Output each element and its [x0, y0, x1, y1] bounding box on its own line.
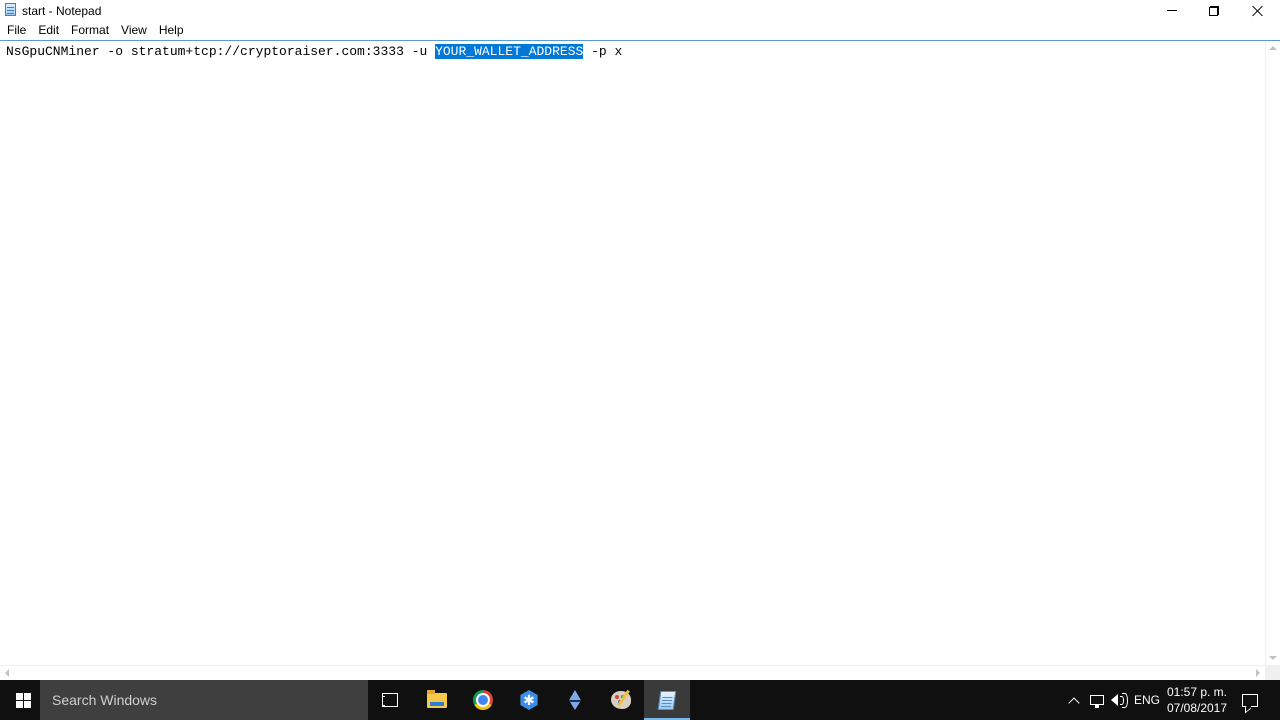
- scroll-up-arrow-icon[interactable]: [1269, 46, 1277, 50]
- editor-area[interactable]: NsGpuCNMiner -o stratum+tcp://cryptorais…: [0, 40, 1280, 680]
- restore-button[interactable]: [1192, 0, 1236, 21]
- text-before-selection: NsGpuCNMiner -o stratum+tcp://cryptorais…: [6, 44, 436, 59]
- notepad-taskbar-button[interactable]: [644, 680, 690, 720]
- hexagon-app-button[interactable]: [506, 680, 552, 720]
- chevron-up-icon: [1068, 696, 1080, 709]
- minimize-button[interactable]: [1150, 0, 1194, 21]
- hexagon-app-icon: [520, 690, 538, 710]
- volume-button[interactable]: [1109, 680, 1131, 720]
- text-after-selection: -p x: [583, 44, 623, 59]
- selected-text: YOUR_WALLET_ADDRESS: [435, 44, 584, 59]
- menu-help[interactable]: Help: [153, 21, 190, 40]
- search-box[interactable]: Search Windows: [40, 680, 368, 720]
- action-center-button[interactable]: [1236, 680, 1264, 720]
- file-explorer-icon: [427, 689, 447, 708]
- scroll-left-arrow-icon[interactable]: [5, 669, 9, 677]
- volume-icon: [1111, 692, 1129, 708]
- menu-format[interactable]: Format: [65, 21, 115, 40]
- ethereum-button[interactable]: [552, 680, 598, 720]
- paint-button[interactable]: [598, 680, 644, 720]
- ethereum-icon: [569, 690, 581, 710]
- language-label: ENG: [1133, 693, 1160, 707]
- search-placeholder: Search Windows: [52, 692, 158, 708]
- scroll-right-arrow-icon[interactable]: [1256, 669, 1260, 677]
- chrome-icon: [473, 690, 493, 710]
- task-view-button[interactable]: [367, 680, 413, 720]
- notepad-app-icon[interactable]: [5, 3, 16, 16]
- network-icon: [1090, 695, 1104, 708]
- restore-icon: [1209, 5, 1219, 16]
- clock-date: 07/08/2017: [1166, 701, 1228, 715]
- chrome-button[interactable]: [460, 680, 506, 720]
- title-bar[interactable]: start - Notepad: [0, 0, 1280, 21]
- clock[interactable]: 01:57 p. m. 07/08/2017: [1164, 680, 1230, 720]
- network-button[interactable]: [1087, 680, 1107, 720]
- notepad-icon: [657, 690, 677, 710]
- notification-icon: [1242, 693, 1258, 707]
- file-explorer-button[interactable]: [414, 680, 460, 720]
- window-title: start - Notepad: [22, 4, 102, 18]
- language-indicator[interactable]: ENG: [1133, 680, 1161, 720]
- taskbar: Search Windows ENG 01:57 p. m.: [0, 680, 1280, 720]
- paint-icon: [611, 691, 631, 709]
- menu-view[interactable]: View: [115, 21, 153, 40]
- scroll-corner: [1265, 665, 1280, 680]
- vertical-scrollbar[interactable]: [1265, 41, 1280, 665]
- horizontal-scrollbar[interactable]: [0, 665, 1265, 680]
- menu-edit[interactable]: Edit: [32, 21, 65, 40]
- show-hidden-icons-button[interactable]: [1064, 680, 1084, 720]
- clock-time: 01:57 p. m.: [1166, 685, 1228, 699]
- menu-file[interactable]: File: [0, 21, 32, 40]
- scroll-down-arrow-icon[interactable]: [1269, 656, 1277, 660]
- windows-logo-icon: [15, 692, 31, 708]
- close-icon: [1252, 5, 1264, 17]
- task-view-icon: [382, 693, 398, 707]
- minimize-icon: [1167, 10, 1177, 11]
- close-button[interactable]: [1236, 0, 1280, 21]
- text-content[interactable]: NsGpuCNMiner -o stratum+tcp://cryptorais…: [0, 41, 1265, 665]
- menu-bar: File Edit Format View Help: [0, 21, 1280, 40]
